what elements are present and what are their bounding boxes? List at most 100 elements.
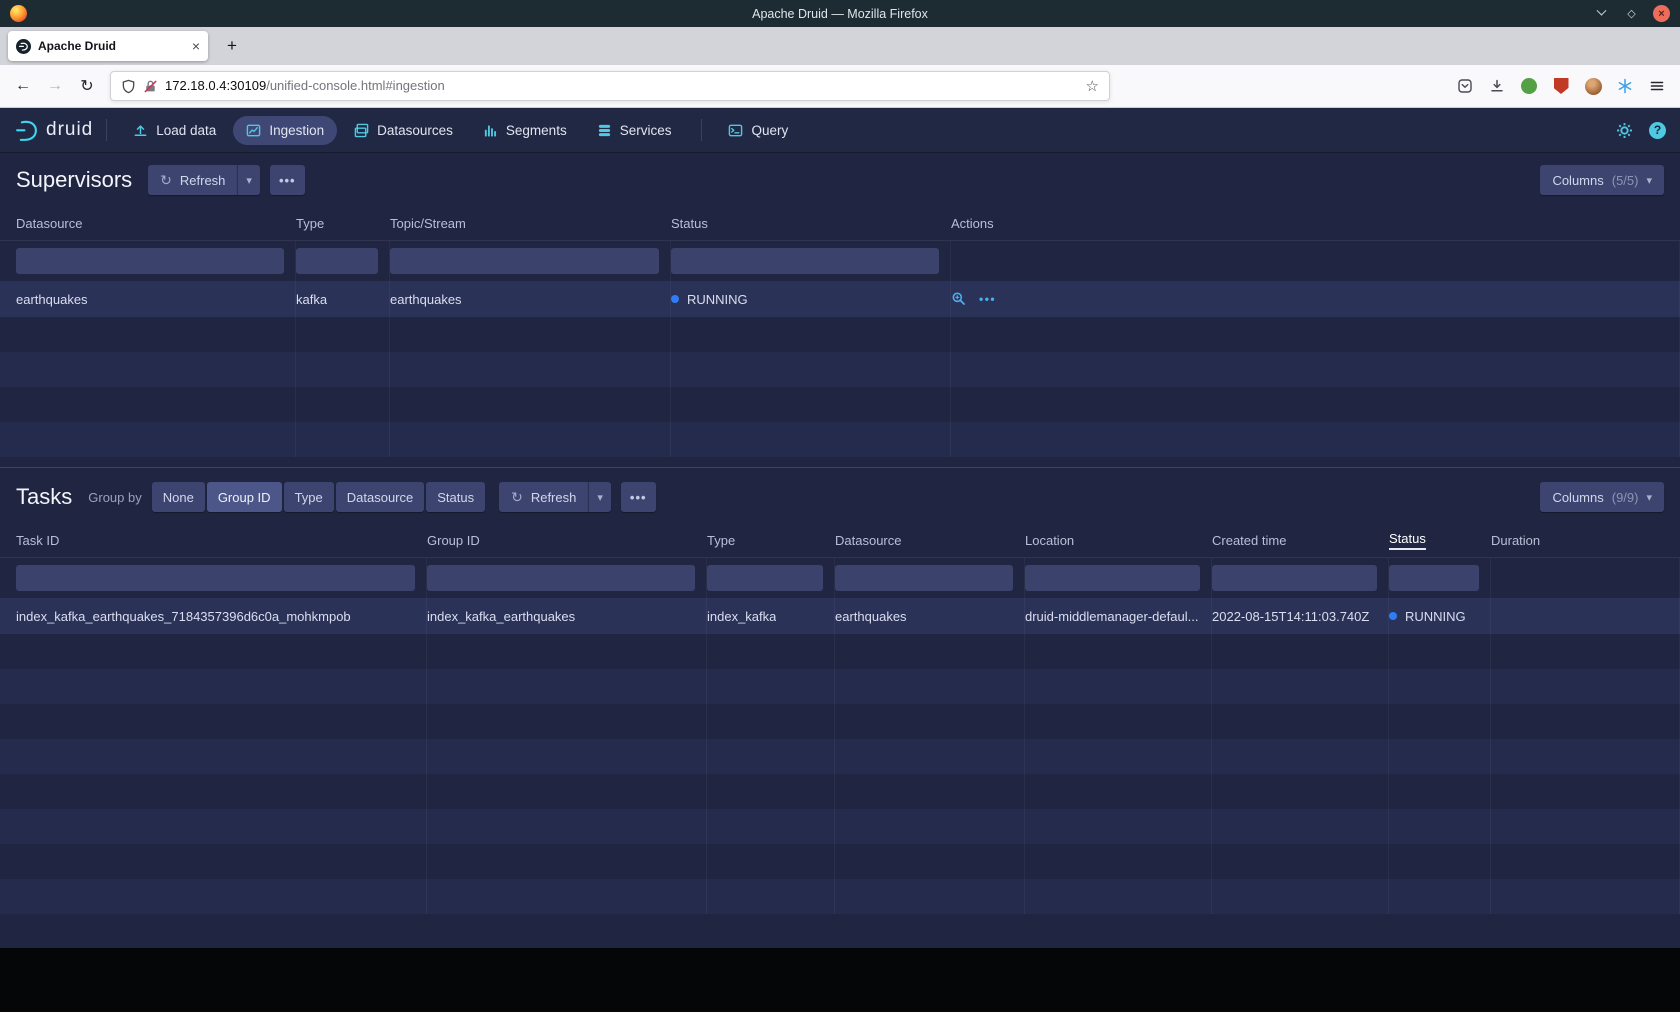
column-header-topic-stream[interactable]: Topic/Stream [390, 207, 671, 240]
filter-input-type[interactable] [296, 248, 378, 274]
supervisors-refresh-button[interactable]: ↻ Refresh [148, 165, 237, 195]
nav-query[interactable]: Query [715, 116, 801, 145]
tasks-more-button[interactable]: ••• [621, 482, 656, 512]
back-button[interactable]: ← [8, 71, 38, 101]
url-bar[interactable]: 172.18.0.4:30109/unified-console.html#in… [110, 71, 1110, 101]
extension-green-icon[interactable] [1514, 71, 1544, 101]
column-header-location[interactable]: Location [1025, 524, 1212, 557]
group-by-datasource-button[interactable]: Datasource [336, 482, 424, 512]
nav-ingestion[interactable]: Ingestion [233, 116, 337, 145]
supervisor-actions: ••• [951, 281, 1680, 317]
tasks-columns-button[interactable]: Columns (9/9) ▾ [1540, 482, 1664, 512]
supervisors-title: Supervisors [16, 167, 132, 193]
supervisor-topic-stream: earthquakes [390, 292, 462, 307]
column-header-status[interactable]: Status [1389, 524, 1491, 557]
supervisor-status: RUNNING [671, 281, 951, 317]
empty-table-row [0, 774, 1680, 809]
filter-input-datasource[interactable] [16, 248, 284, 274]
column-header-created-time[interactable]: Created time [1212, 524, 1389, 557]
filter-input-topic-stream[interactable] [390, 248, 659, 274]
column-header-type[interactable]: Type [707, 524, 835, 557]
gear-icon[interactable] [1616, 122, 1633, 139]
tasks-refresh-button[interactable]: ↻ Refresh [499, 482, 588, 512]
column-header-task-id[interactable]: Task ID [16, 524, 427, 557]
column-header-actions[interactable]: Actions [951, 207, 1680, 240]
bookmark-star-icon[interactable]: ☆ [1086, 77, 1099, 95]
tasks-table: Task ID Group ID Type Datasource Locatio… [0, 524, 1680, 914]
columns-label: Columns [1552, 490, 1603, 505]
ublock-icon[interactable] [1546, 71, 1576, 101]
column-header-duration[interactable]: Duration [1491, 524, 1680, 557]
column-header-group-id[interactable]: Group ID [427, 524, 707, 557]
tasks-filter-row [0, 558, 1680, 598]
supervisors-columns-button[interactable]: Columns (5/5) ▾ [1540, 165, 1664, 195]
tasks-empty-rows [0, 634, 1680, 914]
column-header-status[interactable]: Status [671, 207, 951, 240]
filter-input-task-id[interactable] [16, 565, 415, 591]
column-header-datasource[interactable]: Datasource [835, 524, 1025, 557]
filter-input-status[interactable] [1389, 565, 1479, 591]
tab-close-icon[interactable]: × [192, 38, 200, 54]
pocket-icon[interactable] [1450, 71, 1480, 101]
downloads-icon[interactable] [1482, 71, 1512, 101]
datasources-icon [354, 123, 369, 138]
shield-icon[interactable] [121, 79, 136, 94]
url-path: /unified-console.html#ingestion [266, 78, 445, 93]
nav-services[interactable]: Services [584, 116, 685, 145]
new-tab-button[interactable]: + [218, 32, 246, 60]
filter-input-location[interactable] [1025, 565, 1200, 591]
nav-label: Load data [156, 123, 216, 138]
group-by-status-button[interactable]: Status [426, 482, 485, 512]
refresh-label: Refresh [531, 490, 577, 505]
reload-button[interactable]: ↻ [72, 71, 102, 101]
supervisors-more-button[interactable]: ••• [270, 165, 305, 195]
tasks-header-row: Task ID Group ID Type Datasource Locatio… [0, 524, 1680, 558]
window-titlebar: Apache Druid — Mozilla Firefox ◇ × [0, 0, 1680, 27]
supervisor-type: kafka [296, 292, 327, 307]
browser-tab[interactable]: Apache Druid × [8, 31, 208, 61]
menu-icon[interactable] [1642, 71, 1672, 101]
status-label: RUNNING [1405, 609, 1466, 624]
column-header-type[interactable]: Type [296, 207, 390, 240]
group-by-none-button[interactable]: None [152, 482, 205, 512]
druid-logo-icon [14, 118, 39, 143]
filter-input-group-id[interactable] [427, 565, 695, 591]
group-by-group-id-button[interactable]: Group ID [207, 482, 282, 512]
filter-input-status[interactable] [671, 248, 939, 274]
window-maximize-button[interactable]: ◇ [1623, 5, 1640, 22]
profile-avatar-icon[interactable] [1578, 71, 1608, 101]
supervisors-refresh-caret-button[interactable]: ▾ [237, 165, 260, 195]
druid-console: druid Load data Ingestion Datasources Se… [0, 108, 1680, 948]
filter-input-type[interactable] [707, 565, 823, 591]
help-icon[interactable]: ? [1649, 122, 1666, 139]
tasks-refresh-caret-button[interactable]: ▾ [588, 482, 611, 512]
druid-logo[interactable]: druid [14, 118, 93, 143]
task-row[interactable]: index_kafka_earthquakes_7184357396d6c0a_… [0, 598, 1680, 634]
refresh-icon: ↻ [160, 172, 172, 189]
chevron-down-icon [1597, 6, 1607, 16]
window-minimize-button[interactable] [1593, 5, 1610, 22]
snowflake-extension-icon[interactable] [1610, 71, 1640, 101]
column-header-datasource[interactable]: Datasource [16, 207, 296, 240]
magnifier-icon[interactable] [951, 291, 967, 307]
nav-datasources[interactable]: Datasources [341, 116, 466, 145]
tab-title: Apache Druid [38, 39, 185, 53]
filter-input-created-time[interactable] [1212, 565, 1377, 591]
insecure-lock-icon[interactable] [143, 79, 158, 94]
task-location: druid-middlemanager-defaul... [1025, 609, 1198, 624]
task-datasource: earthquakes [835, 609, 907, 624]
window-close-button[interactable]: × [1653, 5, 1670, 22]
filter-input-datasource[interactable] [835, 565, 1013, 591]
nav-label: Query [751, 123, 788, 138]
supervisor-row[interactable]: earthquakes kafka earthquakes RUNNING ••… [0, 281, 1680, 317]
services-icon [597, 123, 612, 138]
nav-load-data[interactable]: Load data [120, 116, 229, 145]
forward-button[interactable]: → [40, 71, 70, 101]
window-title: Apache Druid — Mozilla Firefox [0, 7, 1680, 21]
row-more-icon[interactable]: ••• [979, 292, 996, 306]
tasks-toolbar: Tasks Group by None Group ID Type Dataso… [0, 470, 1680, 524]
tab-bar: Apache Druid × + [0, 27, 1680, 65]
firefox-window: Apache Druid — Mozilla Firefox ◇ × Apach… [0, 0, 1680, 948]
group-by-type-button[interactable]: Type [284, 482, 334, 512]
nav-segments[interactable]: Segments [470, 116, 580, 145]
